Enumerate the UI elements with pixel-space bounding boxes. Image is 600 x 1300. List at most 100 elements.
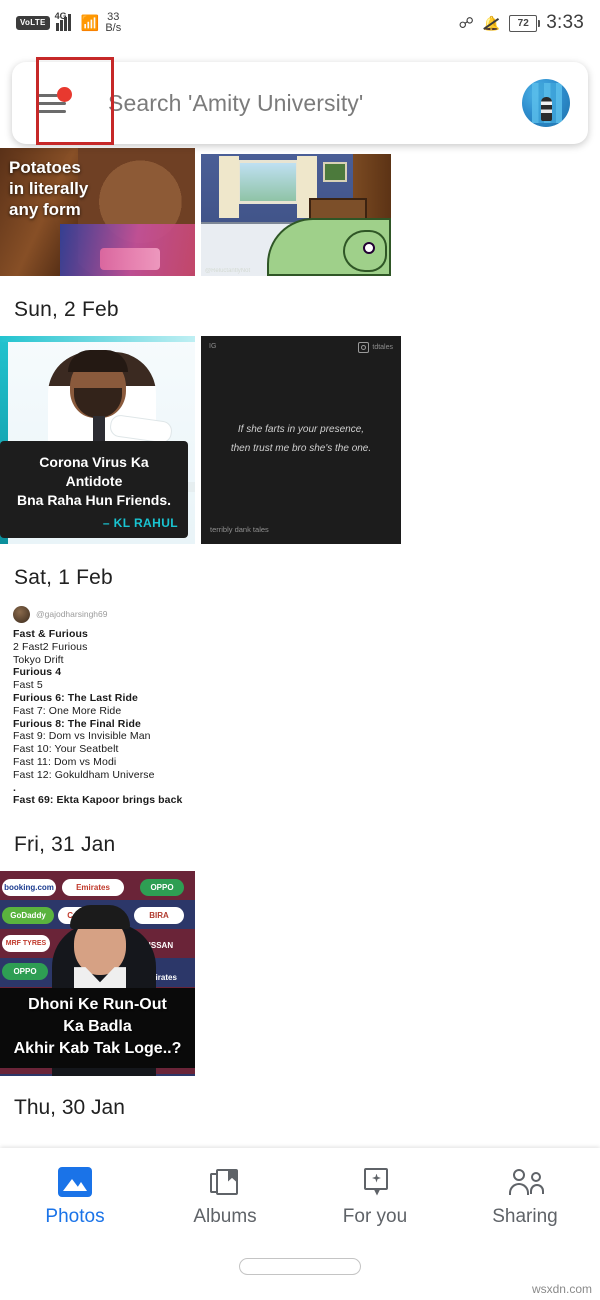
quote-handle: tdtales <box>372 344 393 351</box>
bottom-nav-items: Photos Albums For you Sharing <box>0 1148 600 1246</box>
bell-muted-icon: 🔔 <box>482 15 501 31</box>
bottom-navigation-bar[interactable]: Photos Albums For you Sharing wsxdn.com <box>0 1148 600 1300</box>
list-item: Fast 69: Ekta Kapoor brings back <box>13 794 183 807</box>
sponsor-logo: Emirates <box>62 879 124 897</box>
photo-thumbnail-cartoon[interactable]: @ReluctantlyNot <box>201 154 391 276</box>
quote-top-right: tdtales <box>358 342 393 353</box>
quote-top-left-label: IG <box>209 343 217 350</box>
tweet-handle: @gajodharsingh69 <box>36 609 108 619</box>
list-item: Fast 12: Gokuldham Universe <box>13 768 155 781</box>
photo-art <box>0 336 195 342</box>
caption-line: Bna Raha Hun Friends. <box>16 492 172 508</box>
sponsor-logo: OPPO <box>140 879 184 897</box>
date-header: Sun, 2 Feb <box>14 298 119 321</box>
caption-line: Akhir Kab Tak Loge..? <box>13 1040 182 1058</box>
for-you-icon <box>358 1167 392 1197</box>
photo-art <box>100 248 160 270</box>
photo-art <box>219 156 239 218</box>
menu-button[interactable] <box>12 62 94 144</box>
quote-line: then trust me bro she's the one. <box>230 443 372 454</box>
search-input[interactable]: Search 'Amity University' <box>94 90 522 117</box>
notification-dot-icon <box>57 87 72 102</box>
quote-line: If she farts in your presence, <box>237 424 365 435</box>
tab-label: Albums <box>193 1205 257 1227</box>
tab-photos[interactable]: Photos <box>0 1166 150 1228</box>
caption-line: Corona Virus Ka Antidote <box>39 454 149 489</box>
photo-caption: Dhoni Ke Run-Out Ka Badla Akhir Kab Tak … <box>0 988 195 1069</box>
date-header: Sat, 1 Feb <box>14 566 113 589</box>
list-item: Fast 10: Your Seatbelt <box>13 743 119 756</box>
network-speed: 33 B/s <box>105 12 121 34</box>
list-item: Furious 6: The Last Ride <box>13 691 138 704</box>
tab-label: For you <box>342 1205 408 1227</box>
signal-strength-icon: 4G <box>55 11 75 31</box>
tab-sharing[interactable]: Sharing <box>450 1167 600 1228</box>
wifi-icon: 📶 <box>80 14 100 32</box>
caption-line: Ka Badla <box>63 1018 132 1036</box>
photo-art <box>237 160 299 204</box>
photo-thumbnail-tweet-list[interactable]: @gajodharsingh69 Fast & Furious 2 Fast2 … <box>0 604 600 807</box>
photo-art <box>70 905 130 930</box>
battery-level: 72 <box>517 17 529 29</box>
sharing-icon <box>508 1167 544 1197</box>
sponsor-logo: booking.com <box>2 879 56 897</box>
photo-thumbnail-kl-rahul[interactable]: Corona Virus Ka Antidote Bna Raha Hun Fr… <box>0 336 195 544</box>
instagram-icon <box>358 342 370 353</box>
caption-line: any form <box>9 200 81 219</box>
page-watermark: wsxdn.com <box>531 1282 592 1296</box>
tab-albums[interactable]: Albums <box>150 1167 300 1228</box>
status-bar-right: ☍ 🔔 72 3:33 <box>459 12 584 34</box>
list-item: Fast 11: Dom vs Modi <box>13 755 117 768</box>
search-bar[interactable]: Search 'Amity University' <box>12 62 588 144</box>
caption-attribution: – KL RAHUL <box>102 516 178 530</box>
tab-label: Photos <box>45 1205 105 1227</box>
list-item: Tokyo Drift <box>13 653 64 666</box>
caption-line: Dhoni Ke Run-Out <box>28 996 167 1014</box>
status-bar: VoLTE 4G 📶 33 B/s ☍ 🔔 72 3:33 <box>0 0 600 46</box>
photo-caption: Potatoes in literally any form <box>9 157 88 220</box>
tab-label: Sharing <box>492 1205 558 1227</box>
photo-art <box>363 242 375 254</box>
gesture-home-indicator[interactable] <box>239 1258 361 1275</box>
list-item: Fast & Furious <box>13 628 88 640</box>
photo-art <box>323 162 347 182</box>
date-header: Fri, 31 Jan <box>14 833 116 857</box>
photo-art <box>68 350 128 372</box>
account-avatar[interactable] <box>522 79 570 127</box>
sponsor-logo: OPPO <box>2 963 48 981</box>
search-bar-container[interactable]: Search 'Amity University' <box>12 62 588 144</box>
list-item: Furious 4 <box>13 666 62 679</box>
photos-icon <box>58 1166 92 1197</box>
avatar <box>13 605 30 623</box>
tweet-header: @gajodharsingh69 <box>13 604 600 624</box>
photo-thumbnail-potatoes[interactable]: Potatoes in literally any form <box>0 148 195 276</box>
photo-row: booking.com Emirates OPPO GoDaddy Coca-C… <box>0 871 600 1077</box>
tab-for-you[interactable]: For you <box>300 1167 450 1228</box>
photo-caption: Corona Virus Ka Antidote Bna Raha Hun Fr… <box>0 441 188 538</box>
caption-line: in literally <box>9 179 89 198</box>
network-speed-unit: B/s <box>105 22 122 34</box>
photo-thumbnail-quote[interactable]: IG tdtales If she farts in your presence… <box>201 336 401 544</box>
photo-grid[interactable]: Potatoes in literally any form @Reluctan… <box>0 0 600 1300</box>
battery-icon: 72 <box>509 14 541 32</box>
sponsor-logo: MRF TYRES <box>2 935 50 953</box>
status-bar-left: VoLTE 4G 📶 33 B/s <box>16 11 121 34</box>
bluetooth-icon: ☍ <box>458 14 474 32</box>
photo-watermark: @ReluctantlyNot <box>205 268 251 274</box>
list-item: 2 Fast2 Furious <box>13 640 88 653</box>
list-item: Fast 5 <box>13 679 43 692</box>
tweet-body: Fast & Furious 2 Fast2 Furious Tokyo Dri… <box>13 628 600 807</box>
photo-thumbnail-dhoni[interactable]: booking.com Emirates OPPO GoDaddy Coca-C… <box>0 871 195 1077</box>
photo-watermark: terribly dank tales <box>210 525 269 534</box>
volte-icon: VoLTE <box>16 16 50 30</box>
albums-icon <box>208 1167 242 1197</box>
caption-line: Potatoes <box>9 158 81 177</box>
list-item: Furious 8: The Final Ride <box>13 717 141 730</box>
content-fade <box>0 1134 600 1148</box>
clock: 3:33 <box>546 12 584 33</box>
sponsor-logo: BIRA <box>134 907 184 925</box>
network-type-label: 4G <box>54 11 67 21</box>
list-item: Fast 9: Dom vs Invisible Man <box>13 730 151 743</box>
hamburger-menu-icon[interactable] <box>36 87 72 115</box>
list-item: . <box>13 781 17 794</box>
